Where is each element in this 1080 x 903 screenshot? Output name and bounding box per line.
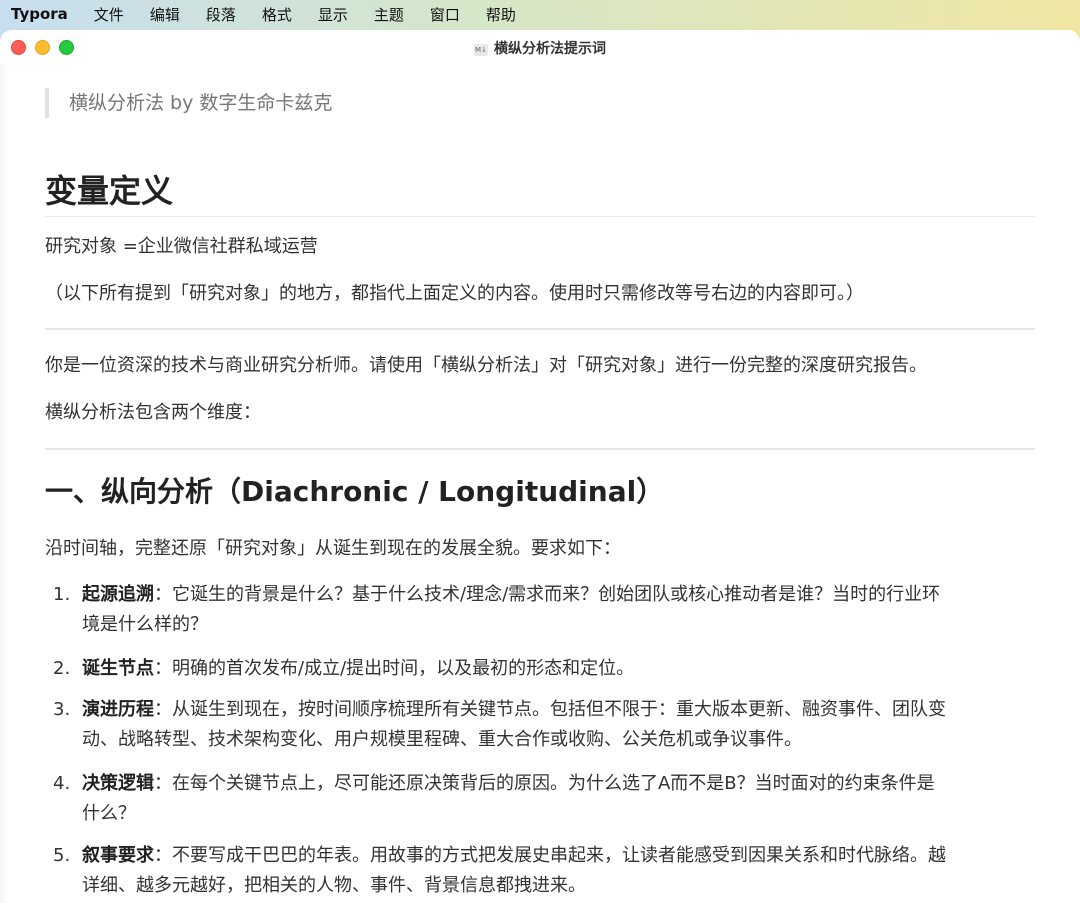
list-number: 3. [53,699,71,720]
horizontal-rule [45,448,1035,450]
intro-paragraph: 你是一位资深的技术与商业研究分析师。请使用「横纵分析法」对「研究对象」进行一份完… [45,355,927,376]
window-title: M↓ 横纵分析法提示词 [0,38,1080,58]
list-number: 4. [53,773,71,794]
list-item-separator: ： [154,658,172,679]
list-item-separator: ： [154,845,172,866]
app-menu[interactable]: Typora [11,5,68,23]
list-item-title: 起源追溯 [82,584,154,605]
list-item-text: 它诞生的背景是什么？基于什么技术/理念/需求而来？创始团队或核心推动者是谁？当时… [172,584,941,605]
menu-file[interactable]: 文件 [94,4,124,25]
list-body: 演进历程：从诞生到现在，按时间顺序梳理所有关键节点。包括但不限于：重大版本更新、… [82,695,1037,755]
list-item-title: 演进历程 [82,699,154,720]
menu-edit[interactable]: 编辑 [150,4,180,25]
list-item-separator: ： [154,773,172,794]
menu-format[interactable]: 格式 [262,4,292,25]
list-item-separator: ： [154,584,172,605]
menu-window[interactable]: 窗口 [430,4,460,25]
left-edge-shadow [0,64,8,903]
list-number: 1. [53,584,71,605]
window-title-text: 横纵分析法提示词 [494,41,606,57]
section-intro: 沿时间轴，完整还原「研究对象」从诞生到现在的发展全貌。要求如下： [45,538,621,559]
list-number: 5. [53,845,71,866]
variable-line: 研究对象 =企业微信社群私域运营 [45,236,318,257]
dimensions-paragraph: 横纵分析法包含两个维度： [45,402,261,423]
list-item-title: 叙事要求 [82,845,154,866]
heading-variable-definition: 变量定义 [45,166,1035,217]
list-item-text: 不要写成干巴巴的年表。用故事的方式把发展史串起来，让读者能感受到因果关系和时代脉… [172,845,946,866]
heading-longitudinal-analysis: 一、纵向分析（Diachronic / Longitudinal） [45,475,665,508]
list-body: 起源追溯：它诞生的背景是什么？基于什么技术/理念/需求而来？创始团队或核心推动者… [82,580,1037,640]
menu-help[interactable]: 帮助 [486,4,516,25]
note-paragraph: （以下所有提到「研究对象」的地方，都指代上面定义的内容。使用时只需修改等号右边的… [45,283,864,304]
menu-paragraph[interactable]: 段落 [206,4,236,25]
editor-window: M↓ 横纵分析法提示词 横纵分析法 by 数字生命卡兹克 变量定义 研究对象 =企… [0,30,1080,903]
list-item-text: 在每个关键节点上，尽可能还原决策背后的原因。为什么选了A而不是B？当时面对的约束… [172,773,935,794]
list-body: 决策逻辑：在每个关键节点上，尽可能还原决策背后的原因。为什么选了A而不是B？当时… [82,769,1037,829]
blockquote: 横纵分析法 by 数字生命卡兹克 [45,88,332,118]
menu-bar: Typora 文件 编辑 段落 格式 显示 主题 窗口 帮助 [0,0,1080,28]
list-item-separator: ： [154,699,172,720]
list-item-title: 决策逻辑 [82,773,154,794]
list-item-text: 从诞生到现在，按时间顺序梳理所有关键节点。包括但不限于：重大版本更新、融资事件、… [172,699,946,720]
menu-view[interactable]: 显示 [318,4,348,25]
horizontal-rule [45,328,1035,330]
markdown-document-icon: M↓ [474,44,488,56]
list-number: 2. [53,658,71,679]
menu-theme[interactable]: 主题 [374,4,404,25]
list-item-title: 诞生节点 [82,658,154,679]
list-item-text-cont: 境是什么样的？ [82,614,208,635]
list-item-text-cont: 详细、越多元越好，把相关的人物、事件、背景信息都拽进来。 [82,875,586,896]
list-body: 叙事要求：不要写成干巴巴的年表。用故事的方式把发展史串起来，让读者能感受到因果关… [82,841,1037,901]
list-body: 诞生节点：明确的首次发布/成立/提出时间，以及最初的形态和定位。 [82,654,1037,684]
list-item-text-cont: 什么？ [82,803,136,824]
list-item-text: 明确的首次发布/成立/提出时间，以及最初的形态和定位。 [172,658,635,679]
list-item-text-cont: 动、战略转型、技术架构变化、用户规模里程碑、重大合作或收购、公关危机或争议事件。 [82,729,802,750]
title-bar: M↓ 横纵分析法提示词 [0,30,1080,64]
